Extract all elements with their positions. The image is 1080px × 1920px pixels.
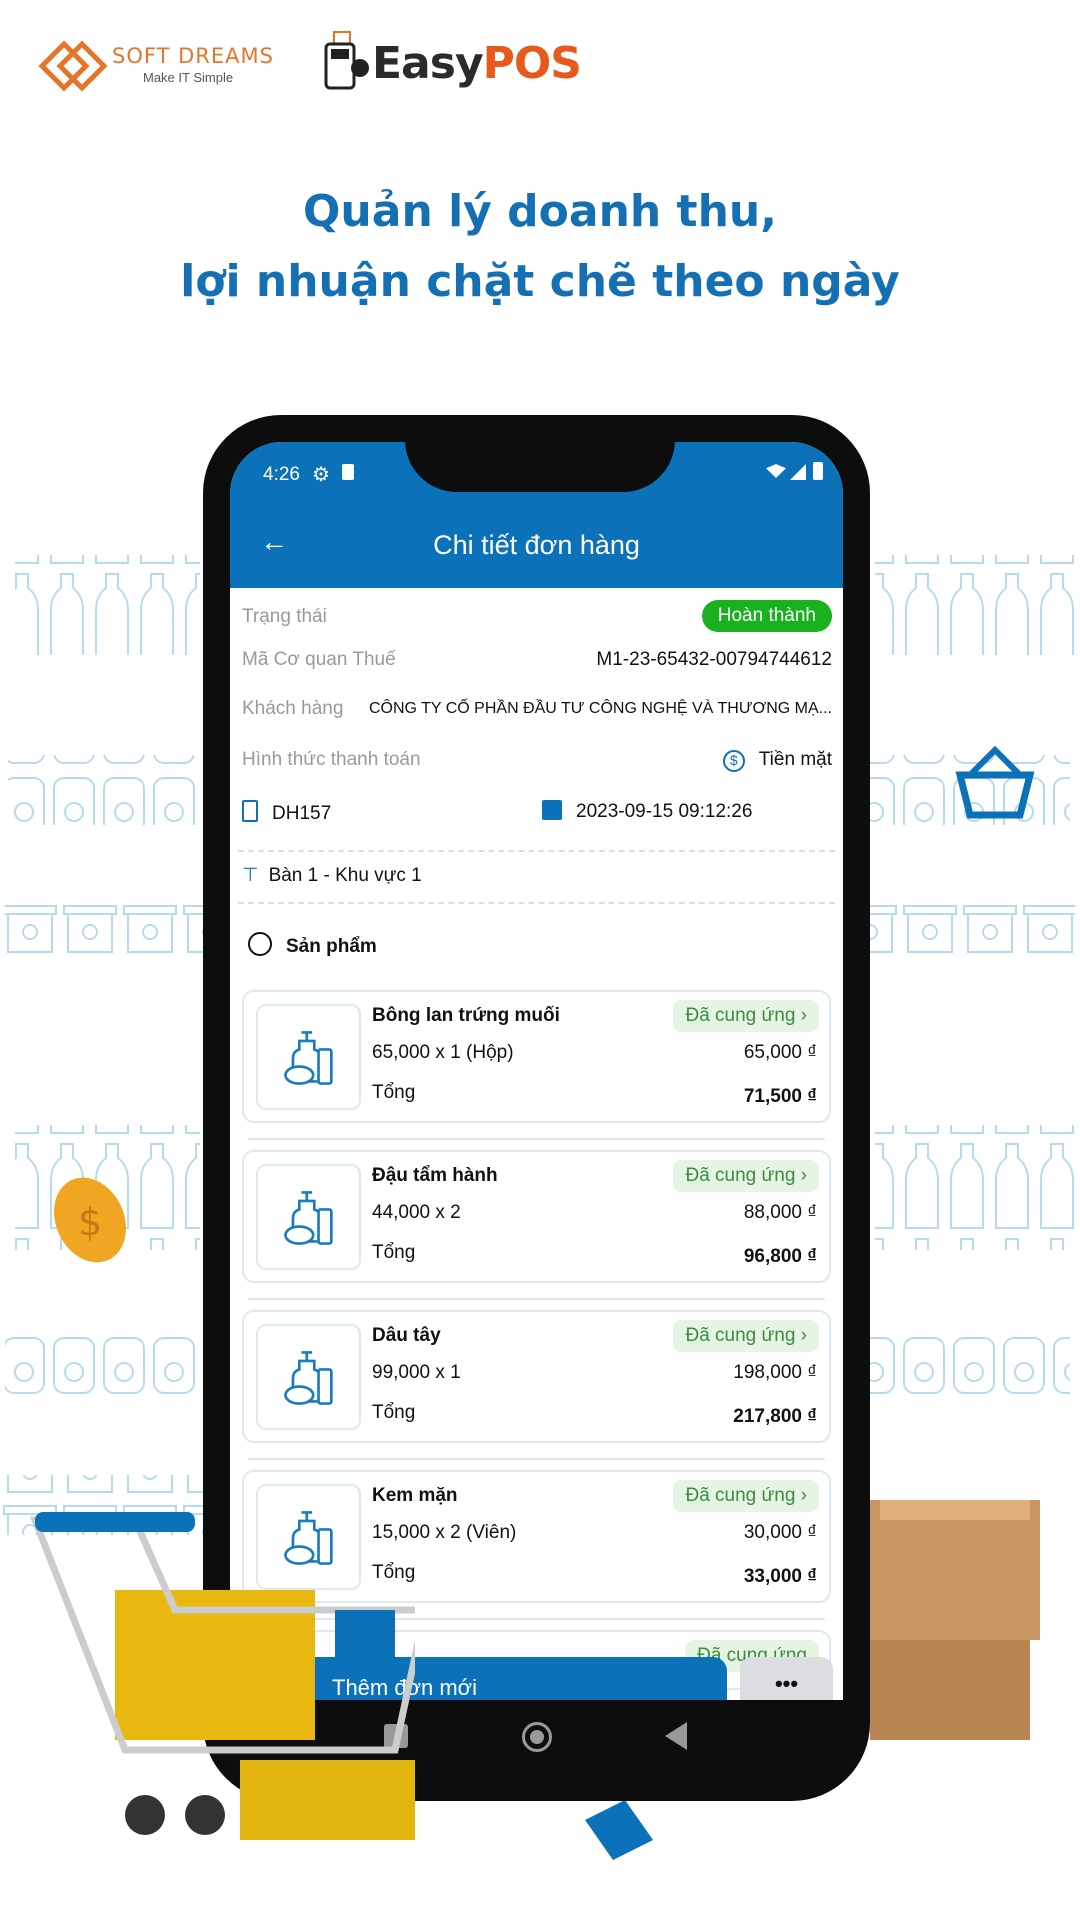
- page-title: Chi tiết đơn hàng: [433, 530, 640, 560]
- customer-row: Khách hàng CÔNG TY CỐ PHẦN ĐẦU TƯ CÔNG NG…: [242, 698, 832, 728]
- product-card[interactable]: Bông lan trứng muối 65,000 x 1 (Hộp) Tổn…: [242, 990, 831, 1123]
- product-qty: 99,000 x 1: [372, 1362, 461, 1383]
- document-icon: [242, 800, 258, 822]
- divider: [248, 1138, 825, 1140]
- product-line-total: 88,000 ₫: [743, 1202, 817, 1223]
- product-line-total: 30,000 ₫: [743, 1522, 817, 1543]
- customer-label: Khách hàng: [242, 698, 344, 719]
- payment-value: $ Tiền mặt: [722, 749, 832, 772]
- product-total-label: Tổng: [372, 1082, 416, 1103]
- product-status[interactable]: Đã cung ứng ›: [673, 1320, 819, 1352]
- headline-line1: Quản lý doanh thu,: [303, 186, 777, 237]
- product-name: Đậu tẩm hành: [372, 1165, 498, 1186]
- payment-row: Hình thức thanh toán $ Tiền mặt: [242, 749, 832, 779]
- headline: Quản lý doanh thu, lợi nhuận chặt chẽ th…: [0, 177, 1080, 317]
- tax-label: Mã Cơ quan Thuế: [242, 649, 396, 670]
- divider: [238, 902, 835, 904]
- chevron-right-icon: ›: [800, 1165, 807, 1186]
- order-code-row: DH157 2023-09-15 09:12:26: [242, 800, 832, 830]
- status-badge: Hoàn thành: [701, 600, 832, 632]
- chevron-right-icon: ›: [800, 1005, 807, 1026]
- product-total-label: Tổng: [372, 1242, 416, 1263]
- more-button[interactable]: •••: [740, 1657, 833, 1700]
- settings-icon: ⚙: [312, 464, 330, 486]
- status-row: Trạng thái Hoàn thành: [242, 600, 832, 636]
- divider: [248, 1458, 825, 1460]
- order-code: DH157: [272, 803, 332, 824]
- chevron-right-icon: ›: [800, 1325, 807, 1346]
- product-total-label: Tổng: [372, 1402, 416, 1423]
- status-label: Trạng thái: [242, 606, 327, 627]
- table-icon: ⊤: [242, 865, 259, 886]
- divider: [248, 1298, 825, 1300]
- tax-value: M1-23-65432-00794744612: [596, 649, 832, 670]
- product-total: 217,800 ₫: [733, 1406, 817, 1427]
- customer-value: CÔNG TY CỐ PHẦN ĐẦU TƯ CÔNG NGHỆ VÀ THƯƠ…: [368, 700, 832, 717]
- product-card[interactable]: Dâu tây 99,000 x 1 Tổng Đã cung ứng › 19…: [242, 1310, 831, 1443]
- product-card[interactable]: Đậu tẩm hành 44,000 x 2 Tổng Đã cung ứng…: [242, 1150, 831, 1283]
- product-qty: 44,000 x 2: [372, 1202, 461, 1223]
- products-heading: Sản phẩm: [242, 932, 832, 962]
- boxes-illustration: [870, 1500, 1040, 1740]
- sd-card-icon: [342, 464, 354, 480]
- tax-code-row: Mã Cơ quan Thuế M1-23-65432-00794744612: [242, 649, 832, 679]
- divider: [238, 850, 835, 852]
- pos-terminal-icon: [324, 31, 369, 90]
- product-image: [256, 1004, 361, 1110]
- svg-text:$: $: [78, 1200, 102, 1244]
- headline-line2: lợi nhuận chặt chẽ theo ngày: [180, 256, 900, 307]
- product-status[interactable]: Đã cung ứng ›: [673, 1480, 819, 1512]
- product-image: [256, 1324, 361, 1430]
- ticket-icon: [585, 1800, 653, 1860]
- battery-icon: [813, 462, 823, 480]
- calendar-icon: [542, 800, 562, 820]
- table-row: ⊤ Bàn 1 - Khu vực 1: [242, 865, 422, 886]
- softdreams-tagline: Make IT Simple: [143, 70, 234, 85]
- product-name: Dâu tây: [372, 1325, 441, 1346]
- dollar-icon: $: [722, 750, 745, 772]
- shopping-cart-illustration: [29, 1512, 415, 1840]
- status-time: 4:26: [263, 464, 300, 485]
- product-qty: 65,000 x 1 (Hộp): [372, 1042, 514, 1063]
- product-line-total: 65,000 ₫: [743, 1042, 817, 1063]
- camera-notch: [405, 442, 675, 492]
- product-line-total: 198,000 ₫: [733, 1362, 817, 1383]
- product-status[interactable]: Đã cung ứng ›: [673, 1160, 819, 1192]
- product-image: [256, 1164, 361, 1270]
- product-name: Bông lan trứng muối: [372, 1005, 560, 1026]
- product-total: 71,500 ₫: [743, 1086, 817, 1107]
- home-button[interactable]: [522, 1722, 552, 1752]
- datetime: 2023-09-15 09:12:26: [542, 800, 752, 823]
- product-total: 96,800 ₫: [743, 1246, 817, 1267]
- chevron-right-icon: ›: [800, 1485, 807, 1506]
- product-total: 33,000 ₫: [743, 1566, 817, 1587]
- payment-label: Hình thức thanh toán: [242, 749, 421, 770]
- product-status[interactable]: Đã cung ứng ›: [673, 1000, 819, 1032]
- softdreams-title: SOFT DREAMS: [112, 44, 274, 68]
- list-check-icon: [248, 932, 272, 956]
- easypos-logo: EasyPOS: [372, 38, 582, 89]
